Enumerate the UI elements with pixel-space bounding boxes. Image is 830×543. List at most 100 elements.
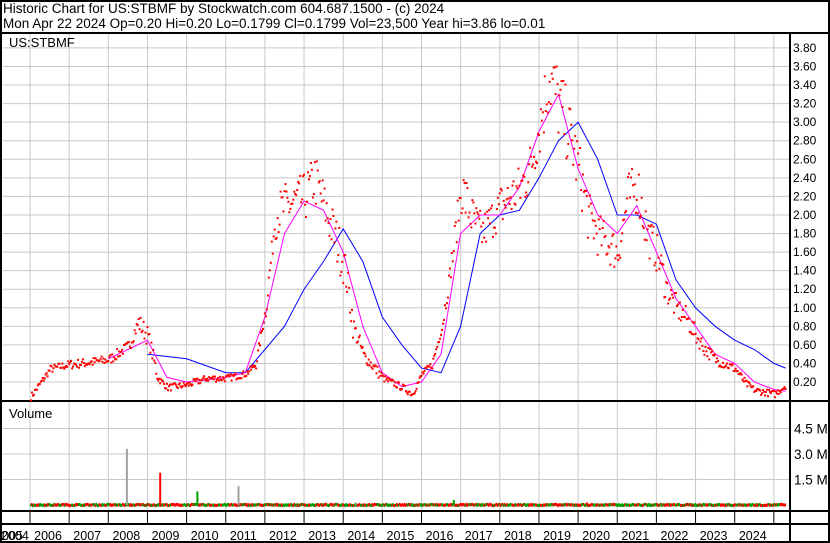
price-dot [358,334,361,337]
price-dot [320,200,323,203]
price-dot [154,361,157,364]
price-dot [586,236,589,239]
price-dot [292,198,295,201]
price-dot [773,396,776,399]
price-dot [170,389,172,392]
price-dot [783,386,786,389]
price-dot [740,373,743,376]
price-dot [70,359,73,362]
x-tick-label: 2006 [34,529,62,543]
price-dot [269,261,272,264]
price-dot [708,358,711,361]
price-dot [186,382,189,385]
x-tick-label: 2015 [387,529,415,543]
price-dot [377,376,380,379]
price-dot [184,385,187,388]
price-dot [446,296,449,299]
price-dot [137,318,140,320]
price-dot [311,196,314,199]
price-dot [361,346,364,349]
price-dot [489,222,491,225]
price-dot [166,382,168,385]
price-dot [48,369,51,372]
price-dot [436,345,439,348]
price-dot [501,218,504,221]
price-dot [507,197,510,200]
price-dot [444,304,446,307]
x-tick-label: 2013 [308,529,336,543]
price-dot [162,380,165,383]
price-dot [428,365,431,368]
price-dot [148,332,151,335]
price-dot [197,382,200,385]
price-dot [495,208,498,210]
price-dot [515,185,518,188]
x-tick-label: 2017 [465,529,493,543]
price-dot [638,217,641,220]
price-dot [634,211,637,214]
price-dot [393,384,396,387]
price-dot [129,347,132,350]
price-dot [174,383,177,386]
price-dot [431,367,434,370]
price-dot [539,108,542,111]
price-dot [230,379,233,382]
price-dot [40,379,43,382]
price-dot [99,358,102,361]
price-dot [699,340,702,343]
price-dot [316,169,319,172]
price-dot [384,375,387,378]
price-dot [533,155,536,158]
price-dot [245,374,248,377]
price-dot [547,101,550,104]
price-dot [606,252,609,255]
y-tick-label: 3.20 [793,97,817,111]
price-dot [457,219,460,222]
price-dot [497,203,500,206]
price-dot [104,358,107,361]
price-dot [276,217,279,220]
price-dot [319,192,322,195]
price-dot [549,102,552,105]
price-dot [707,347,710,350]
price-dot [612,233,615,236]
price-dot [594,224,597,227]
price-dot [439,337,442,340]
price-dot [446,302,448,305]
volume-tick-label: 3.0 M [794,447,828,462]
price-dot [628,172,630,175]
price-dot [776,389,779,392]
price-dot [646,228,649,231]
price-dot [519,196,522,199]
price-dot [266,294,269,297]
price-dot [579,147,582,149]
price-dot [398,381,400,384]
price-dot [296,189,299,191]
price-dot [485,240,488,243]
price-dot [545,103,548,106]
price-dot [454,221,457,224]
price-dot [347,271,350,274]
price-dot [736,370,739,373]
price-dot [248,370,251,373]
price-dot [629,196,631,199]
price-dot [742,380,745,383]
price-dot [559,88,562,91]
price-dot [560,80,563,83]
price-dot [282,210,285,213]
price-dot [576,140,579,143]
price-dot [463,181,466,184]
price-dot [654,261,657,264]
price-dot [83,365,86,368]
price-dot [555,65,558,68]
price-dot [396,386,399,389]
price-dot [90,360,93,363]
price-dot [518,184,521,187]
price-dot [616,254,619,257]
price-dot [50,365,53,368]
price-dot [324,219,327,222]
price-dot [139,316,142,319]
price-dot [684,304,687,307]
price-dot [301,198,304,201]
price-dot [374,364,377,367]
